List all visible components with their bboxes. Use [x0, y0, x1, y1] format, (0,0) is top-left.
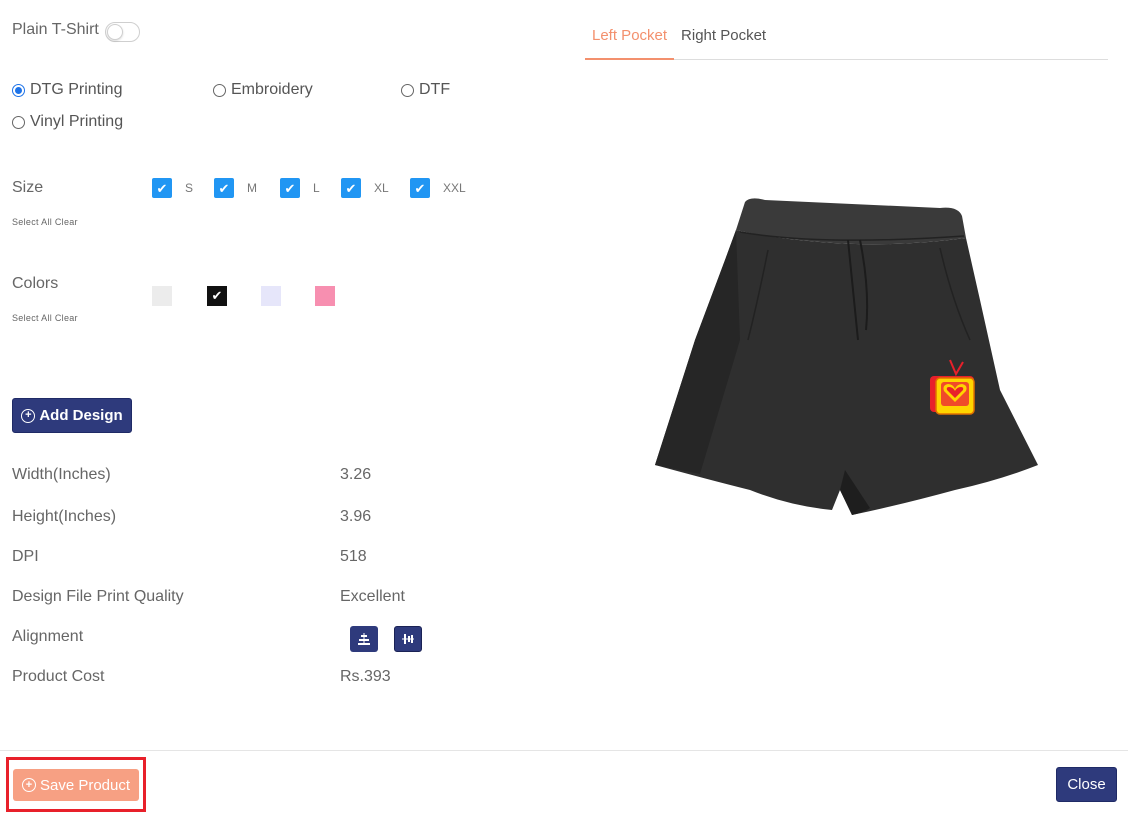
align-vertical-center-button[interactable]: [394, 626, 422, 652]
width-label: Width(Inches): [12, 466, 111, 483]
colors-select-all-link[interactable]: Select All: [12, 313, 52, 323]
checkbox-checked-icon[interactable]: ✔: [280, 178, 300, 198]
size-select-all-link[interactable]: Select All: [12, 217, 52, 227]
checkbox-checked-icon[interactable]: ✔: [341, 178, 361, 198]
radio-label: Embroidery: [231, 81, 313, 98]
cost-value: Rs.393: [340, 668, 391, 685]
radio-label: Vinyl Printing: [30, 113, 124, 130]
plus-circle-icon: +: [21, 408, 36, 423]
align-vertical-center-icon: [402, 634, 414, 644]
size-option-l[interactable]: ✔ L: [280, 178, 320, 198]
plain-tshirt-toggle[interactable]: [105, 22, 140, 42]
radio-dot: [12, 115, 25, 129]
color-swatch-lavender[interactable]: [261, 286, 281, 306]
width-value: 3.26: [340, 466, 372, 483]
colors-label: Colors: [12, 275, 59, 292]
quality-value: Excellent: [340, 588, 405, 605]
save-product-highlight: + Save Product: [6, 757, 146, 812]
product-preview-shorts-image: [655, 198, 1038, 515]
radio-dtg-printing[interactable]: DTG Printing: [12, 81, 122, 99]
size-option-m[interactable]: ✔ M: [214, 178, 257, 198]
save-product-button[interactable]: + Save Product: [13, 769, 139, 801]
radio-embroidery[interactable]: Embroidery: [213, 81, 313, 99]
color-swatch-pink[interactable]: [315, 286, 335, 306]
radio-dot: [401, 83, 414, 97]
checkbox-checked-icon[interactable]: ✔: [214, 178, 234, 198]
size-name: XXL: [443, 181, 466, 195]
color-swatch-black[interactable]: ✔: [207, 286, 227, 306]
size-name: S: [185, 181, 194, 195]
radio-dtf[interactable]: DTF: [401, 81, 450, 99]
size-name: M: [247, 181, 257, 195]
radio-dot-selected: [12, 83, 25, 97]
color-swatch-light-gray[interactable]: [152, 286, 172, 306]
alignment-label: Alignment: [12, 628, 84, 645]
size-clear-link[interactable]: Clear: [55, 217, 78, 227]
colors-clear-link[interactable]: Clear: [55, 313, 78, 323]
pocket-tabs: Left Pocket Right Pocket: [585, 26, 1108, 60]
footer-divider: [0, 750, 1128, 751]
save-product-label: Save Product: [39, 776, 131, 794]
plus-circle-icon: +: [21, 778, 36, 792]
height-value: 3.96: [340, 508, 372, 525]
dpi-value: 518: [340, 548, 367, 565]
add-design-label: Add Design: [39, 407, 123, 424]
colors-actions: Select All Clear: [12, 313, 78, 323]
tab-left-pocket[interactable]: Left Pocket: [585, 26, 675, 60]
size-option-xxl[interactable]: ✔ XXL: [410, 178, 466, 198]
quality-label: Design File Print Quality: [12, 588, 184, 605]
size-option-xl[interactable]: ✔ XL: [341, 178, 389, 198]
size-name: XL: [374, 181, 389, 195]
toggle-knob: [107, 24, 123, 40]
close-button[interactable]: Close: [1056, 767, 1117, 802]
size-option-s[interactable]: ✔ S: [152, 178, 193, 198]
radio-label: DTG Printing: [30, 81, 123, 98]
dpi-label: DPI: [12, 548, 39, 565]
size-label: Size: [12, 179, 44, 196]
radio-dot: [213, 83, 226, 97]
checkbox-checked-icon[interactable]: ✔: [410, 178, 430, 198]
align-horizontal-center-button[interactable]: [350, 626, 378, 652]
add-design-button[interactable]: + Add Design: [12, 398, 132, 433]
tab-right-pocket[interactable]: Right Pocket: [674, 26, 773, 59]
cost-label: Product Cost: [12, 668, 105, 685]
size-actions: Select All Clear: [12, 217, 78, 227]
align-horizontal-center-icon: [358, 633, 370, 645]
height-label: Height(Inches): [12, 508, 117, 525]
checkbox-checked-icon[interactable]: ✔: [152, 178, 172, 198]
size-name: L: [313, 181, 320, 195]
radio-label: DTF: [419, 81, 451, 98]
plain-tshirt-label: Plain T-Shirt: [12, 21, 99, 38]
check-icon: ✔: [211, 288, 223, 303]
radio-vinyl-printing[interactable]: Vinyl Printing: [12, 113, 123, 131]
